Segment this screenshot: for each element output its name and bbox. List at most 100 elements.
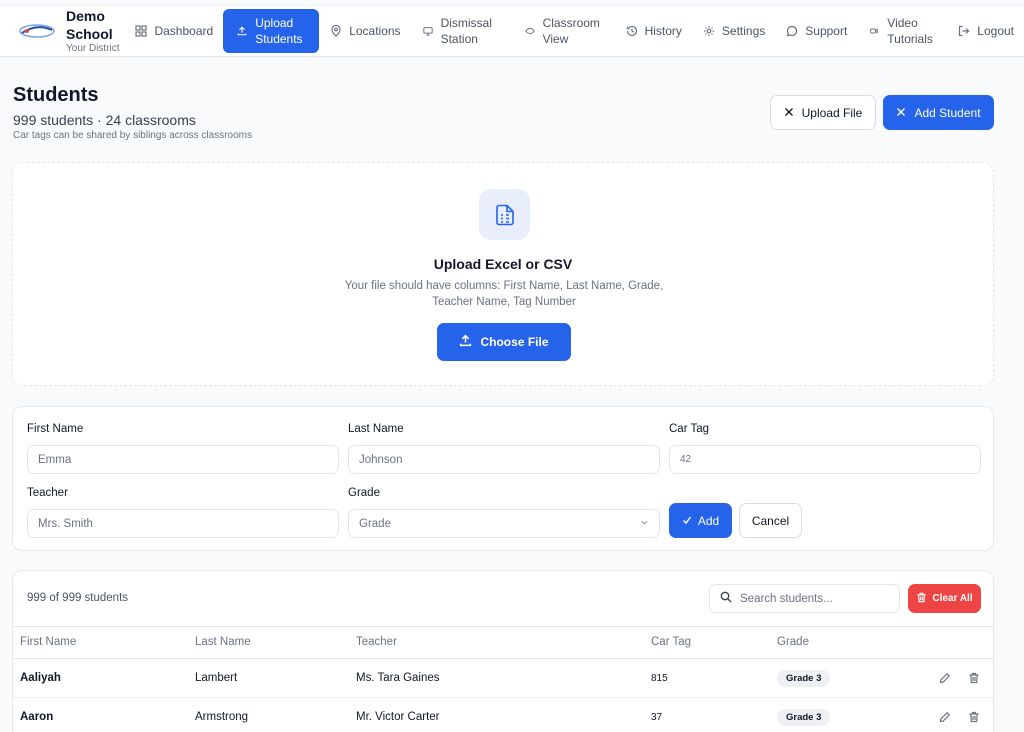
nav-label: Locations	[349, 24, 401, 38]
nav-label: Settings	[721, 24, 766, 38]
first-name-input[interactable]	[27, 445, 339, 474]
choose-file-label: Choose File	[480, 335, 549, 349]
car-tag-note: Car tags can be shared by siblings acros…	[13, 130, 252, 141]
nav-label: Classroom View	[542, 16, 600, 46]
choose-file-button[interactable]: Choose File	[437, 323, 571, 361]
table-header: First Name Last Name Teacher Car Tag Gra…	[13, 626, 993, 659]
nav-label: Upload Students	[255, 16, 303, 46]
brand[interactable]: Demo School Your District	[0, 7, 124, 55]
nav-label: Dashboard	[154, 24, 214, 38]
video-icon	[867, 24, 881, 38]
student-count: 999 of 999 students	[27, 592, 129, 604]
check-icon	[682, 514, 692, 528]
monitor-icon	[421, 24, 435, 38]
first-name-cell: Aaliyah	[20, 672, 61, 684]
upload-file-button[interactable]: Upload File	[770, 95, 876, 130]
upload-icon	[235, 24, 249, 38]
logout-icon	[957, 24, 971, 38]
clear-all-label: Clear All	[932, 593, 973, 604]
nav-label: History	[644, 24, 682, 38]
page-title: Students	[13, 84, 99, 106]
close-icon	[784, 106, 794, 120]
nav-support[interactable]: Support	[775, 9, 857, 53]
nav-classroom-view[interactable]: Classroom View	[513, 9, 615, 53]
logo-swoosh-icon	[19, 24, 55, 38]
edit-icon[interactable]	[938, 710, 952, 724]
student-summary: 999 students · 24 classrooms	[13, 112, 196, 128]
trash-icon[interactable]	[967, 710, 981, 724]
chevron-down-icon	[640, 518, 649, 530]
edit-icon[interactable]	[938, 671, 952, 685]
school-logo	[18, 20, 56, 42]
nav-video-tutorials[interactable]: Video Tutorials	[857, 9, 947, 53]
search-input[interactable]	[740, 592, 890, 605]
upload-title: Upload Excel or CSV	[433, 256, 573, 272]
teacher-cell: Ms. Tara Gaines	[356, 672, 440, 684]
teacher-cell: Mr. Victor Carter	[356, 711, 440, 723]
file-spreadsheet-icon	[479, 189, 530, 240]
nav-menu: Dashboard Upload Students Locations Dism…	[124, 6, 1024, 56]
school-name: Demo School	[66, 8, 113, 42]
history-icon	[625, 24, 639, 38]
nav-history[interactable]: History	[615, 9, 692, 53]
chat-icon	[785, 24, 799, 38]
teacher-label: Teacher	[27, 487, 68, 499]
grade-badge: Grade 3	[777, 670, 831, 687]
cast-icon	[523, 24, 537, 38]
car-tag-input[interactable]	[669, 445, 981, 474]
grade-select-value: Grade	[359, 517, 391, 530]
teacher-input[interactable]	[27, 509, 339, 538]
grade-badge: Grade 3	[777, 709, 831, 726]
nav-settings[interactable]: Settings	[692, 9, 775, 53]
table-row: Aaliyah Lambert Ms. Tara Gaines 815 Grad…	[13, 659, 993, 698]
district-name: Your District	[66, 43, 120, 54]
grade-label: Grade	[348, 487, 380, 499]
add-label: Add	[697, 513, 720, 528]
top-navigation: Demo School Your District Dashboard Uplo…	[0, 5, 1024, 57]
nav-label: Support	[805, 24, 848, 38]
first-name-cell: Aaron	[20, 711, 54, 723]
nav-locations[interactable]: Locations	[319, 9, 410, 53]
search-icon	[720, 590, 732, 608]
add-student-label: Add Student	[914, 105, 981, 120]
search-box[interactable]	[709, 584, 900, 613]
last-name-cell: Armstrong	[195, 711, 249, 723]
gear-icon	[702, 24, 716, 38]
close-icon	[896, 106, 906, 120]
nav-upload-students[interactable]: Upload Students	[223, 9, 320, 53]
column-header-car-tag[interactable]: Car Tag	[651, 636, 691, 648]
nav-dashboard[interactable]: Dashboard	[124, 9, 223, 53]
last-name-label: Last Name	[348, 423, 404, 435]
add-student-button[interactable]: Add Student	[883, 95, 994, 130]
clear-all-button[interactable]: Clear All	[908, 584, 981, 613]
last-name-input[interactable]	[348, 445, 660, 474]
trash-icon[interactable]	[967, 671, 981, 685]
students-table: 999 of 999 students Clear All First Name…	[12, 570, 994, 732]
cancel-label: Cancel	[751, 513, 790, 528]
nav-dismissal-station[interactable]: Dismissal Station	[411, 9, 513, 53]
car-tag-label: Car Tag	[669, 423, 710, 435]
upload-file-label: Upload File	[801, 105, 863, 120]
column-header-grade[interactable]: Grade	[777, 636, 809, 648]
add-student-form: First Name Last Name Car Tag Teacher Gra…	[12, 406, 994, 551]
trash-icon	[916, 592, 927, 606]
column-header-first-name[interactable]: First Name	[20, 636, 76, 648]
nav-label: Dismissal Station	[440, 16, 492, 46]
add-button[interactable]: Add	[669, 503, 732, 538]
first-name-label: First Name	[27, 423, 84, 435]
upload-description: Your file should have columns: First Nam…	[344, 280, 664, 308]
grade-select[interactable]: Grade	[348, 509, 660, 538]
grid-icon	[134, 24, 148, 38]
column-header-teacher[interactable]: Teacher	[356, 636, 397, 648]
map-pin-icon	[329, 24, 343, 38]
upload-dropzone[interactable]: Upload Excel or CSV Your file should hav…	[12, 162, 994, 386]
nav-label: Video Tutorials	[887, 16, 933, 46]
last-name-cell: Lambert	[195, 672, 238, 684]
car-tag-cell: 37	[651, 712, 663, 723]
nav-label: Logout	[977, 24, 1014, 38]
cancel-button[interactable]: Cancel	[739, 503, 802, 538]
upload-icon	[459, 334, 472, 350]
column-header-last-name[interactable]: Last Name	[195, 636, 251, 648]
nav-logout[interactable]: Logout	[947, 9, 1024, 53]
car-tag-cell: 815	[651, 673, 668, 684]
